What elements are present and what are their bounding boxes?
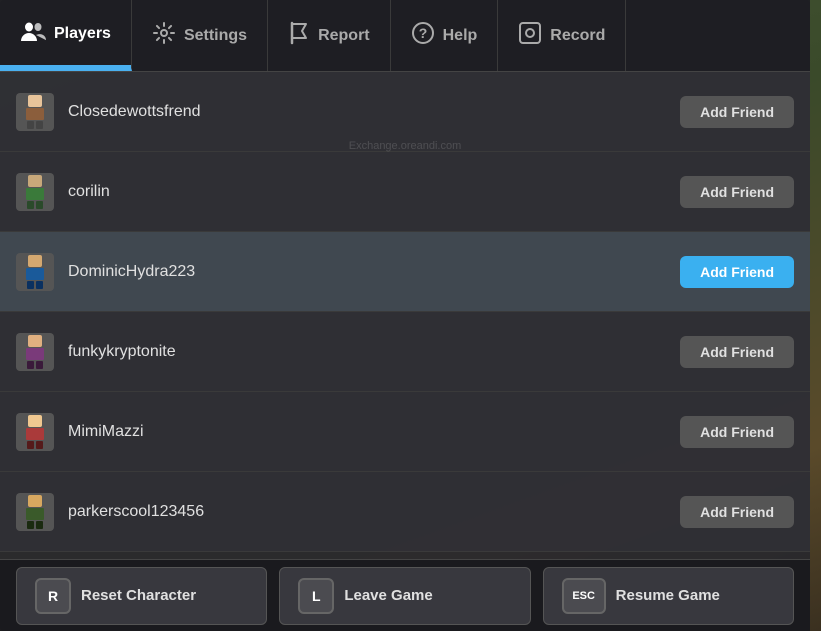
- player-name: funkykryptonite: [68, 343, 666, 361]
- action-bar: R Reset Character L Leave Game ESC Resum…: [0, 559, 810, 631]
- tab-settings-label: Settings: [184, 27, 247, 45]
- tab-players-label: Players: [54, 25, 111, 43]
- add-friend-button[interactable]: Add Friend: [680, 176, 794, 208]
- tab-settings[interactable]: Settings: [132, 0, 268, 71]
- tab-help-label: Help: [443, 27, 478, 45]
- navbar: Players Settings Report: [0, 0, 810, 72]
- add-friend-button[interactable]: Add Friend: [680, 416, 794, 448]
- reset-key-badge: R: [35, 578, 71, 614]
- add-friend-button[interactable]: Add Friend: [680, 336, 794, 368]
- avatar: [16, 413, 54, 451]
- resume-game-label: Resume Game: [616, 587, 720, 604]
- player-row[interactable]: funkykryptonite Add Friend: [0, 312, 810, 392]
- player-list: Closedewottsfrend Add Friend corilin Add…: [0, 72, 810, 559]
- players-icon: [20, 18, 46, 50]
- settings-icon: [152, 21, 176, 51]
- leave-game-button[interactable]: L Leave Game: [279, 567, 530, 625]
- resume-key-badge: ESC: [562, 578, 606, 614]
- record-icon: [518, 21, 542, 51]
- player-name: parkerscool123456: [68, 503, 666, 521]
- avatar: [16, 173, 54, 211]
- tab-help[interactable]: ? Help: [391, 0, 499, 71]
- add-friend-button[interactable]: Add Friend: [680, 496, 794, 528]
- reset-character-button[interactable]: R Reset Character: [16, 567, 267, 625]
- avatar: [16, 93, 54, 131]
- player-row[interactable]: corilin Add Friend: [0, 152, 810, 232]
- help-icon: ?: [411, 21, 435, 51]
- report-icon: [288, 21, 310, 51]
- player-name: MimiMazzi: [68, 423, 666, 441]
- add-friend-button[interactable]: Add Friend: [680, 256, 794, 288]
- avatar: [16, 493, 54, 531]
- avatar: [16, 333, 54, 371]
- avatar: [16, 253, 54, 291]
- tab-report-label: Report: [318, 27, 370, 45]
- svg-text:?: ?: [418, 25, 427, 41]
- resume-game-button[interactable]: ESC Resume Game: [543, 567, 794, 625]
- player-row[interactable]: MimiMazzi Add Friend: [0, 392, 810, 472]
- add-friend-button[interactable]: Add Friend: [680, 96, 794, 128]
- player-row[interactable]: parkerscool123456 Add Friend: [0, 472, 810, 552]
- player-name: corilin: [68, 183, 666, 201]
- player-row[interactable]: Closedewottsfrend Add Friend: [0, 72, 810, 152]
- tab-record-label: Record: [550, 27, 605, 45]
- main-panel: Players Settings Report: [0, 0, 810, 631]
- leave-game-label: Leave Game: [344, 587, 432, 604]
- player-name: DominicHydra223: [68, 263, 666, 281]
- player-row[interactable]: DominicHydra223 Add Friend: [0, 232, 810, 312]
- leave-key-badge: L: [298, 578, 334, 614]
- tab-report[interactable]: Report: [268, 0, 391, 71]
- tab-record[interactable]: Record: [498, 0, 626, 71]
- player-name: Closedewottsfrend: [68, 103, 666, 121]
- tab-players[interactable]: Players: [0, 0, 132, 71]
- reset-character-label: Reset Character: [81, 587, 196, 604]
